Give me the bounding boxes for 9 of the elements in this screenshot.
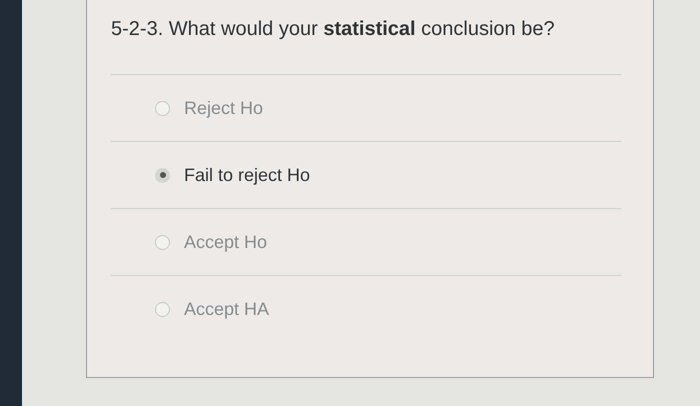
radio-button[interactable]	[155, 302, 170, 317]
option-label: Accept Ho	[184, 230, 268, 254]
option-label: Reject Ho	[184, 96, 264, 120]
radio-button[interactable]	[155, 168, 170, 182]
option-label: Accept HA	[184, 298, 270, 321]
option-label: Fail to reject Ho	[184, 164, 310, 187]
radio-button[interactable]	[155, 100, 170, 116]
radio-button[interactable]	[155, 234, 170, 250]
question-text: 5-2-3. What would your statistical conclusion be?	[111, 0, 621, 75]
